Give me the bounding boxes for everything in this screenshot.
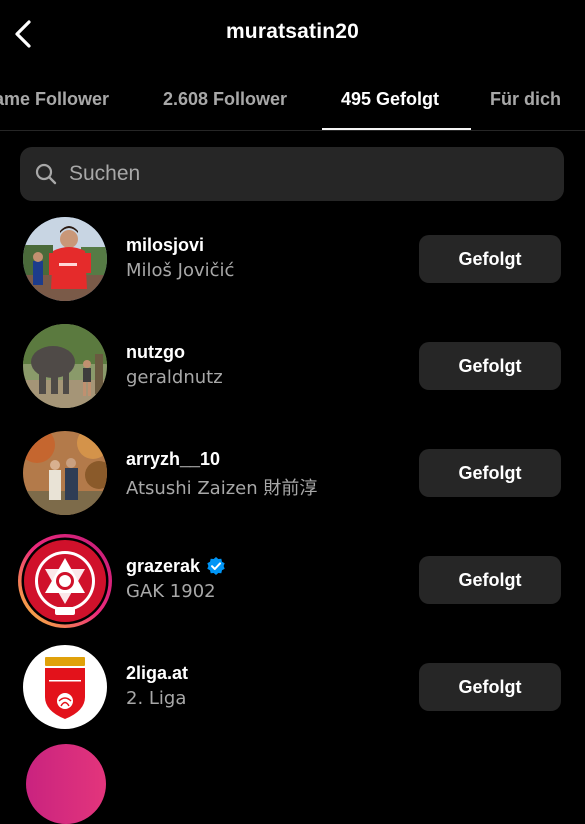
search-input[interactable] xyxy=(67,161,541,187)
following-button[interactable]: Gefolgt xyxy=(419,556,561,604)
avatar[interactable] xyxy=(23,431,107,515)
following-button[interactable]: Gefolgt xyxy=(419,342,561,390)
player-photo xyxy=(23,217,107,301)
avatar[interactable] xyxy=(23,645,107,729)
search-bar[interactable] xyxy=(20,147,564,201)
username-text: nutzgo xyxy=(126,341,185,362)
username-text: grazerak xyxy=(126,555,201,576)
full-name: Miloš Jovičić xyxy=(126,260,235,281)
username[interactable]: milosjovi xyxy=(126,233,406,257)
list-item: grazerak GAK 1902 Gefolgt xyxy=(0,526,585,633)
username-text: 2liga.at xyxy=(126,662,189,683)
username-text: arryzh__10 xyxy=(126,448,221,469)
tab-followers[interactable]: 2.608 Follower xyxy=(163,78,287,120)
avatar[interactable] xyxy=(23,324,107,408)
following-button[interactable]: Gefolgt xyxy=(419,449,561,497)
tab-following[interactable]: 495 Gefolgt xyxy=(341,78,439,120)
tab-mutual-followers[interactable]: ame Follower xyxy=(0,78,109,120)
list-item: arryzh__10 Atsushi Zaizen 財前淳 Gefolgt xyxy=(0,419,585,526)
username-text: milosjovi xyxy=(126,234,205,255)
tab-for-you[interactable]: Für dich xyxy=(490,78,561,120)
tab-bar: ame Follower 2.608 Follower 495 Gefolgt … xyxy=(0,78,585,132)
username[interactable]: grazerak xyxy=(126,554,406,578)
following-button[interactable]: Gefolgt xyxy=(419,663,561,711)
following-list: milosjovi Miloš Jovičić Gefolgt nutzgo g… xyxy=(0,205,585,740)
elephant-photo xyxy=(23,324,107,408)
full-name: GAK 1902 xyxy=(126,581,216,602)
avatar[interactable] xyxy=(26,744,106,824)
page-title: muratsatin20 xyxy=(225,20,360,43)
username[interactable]: nutzgo xyxy=(126,340,406,364)
username[interactable]: arryzh__10 xyxy=(126,447,406,471)
top-bar: muratsatin20 xyxy=(0,0,585,68)
following-button[interactable]: Gefolgt xyxy=(419,235,561,283)
list-item: nutzgo geraldnutz Gefolgt xyxy=(0,312,585,419)
username[interactable]: 2liga.at xyxy=(126,661,406,685)
list-item: milosjovi Miloš Jovičić Gefolgt xyxy=(0,205,585,312)
tabs-divider xyxy=(0,130,585,131)
2-liga-logo xyxy=(23,645,107,729)
search-icon xyxy=(35,163,57,185)
full-name: 2. Liga xyxy=(126,688,187,709)
verified-badge-icon xyxy=(207,557,225,575)
gak-logo xyxy=(18,534,112,628)
full-name: geraldnutz xyxy=(126,367,223,388)
list-item: 2liga.at 2. Liga Gefolgt xyxy=(0,633,585,740)
full-name: Atsushi Zaizen 財前淳 xyxy=(126,478,318,499)
couple-photo xyxy=(23,431,107,515)
avatar[interactable] xyxy=(23,217,107,301)
avatar-story-ring[interactable] xyxy=(17,533,113,629)
